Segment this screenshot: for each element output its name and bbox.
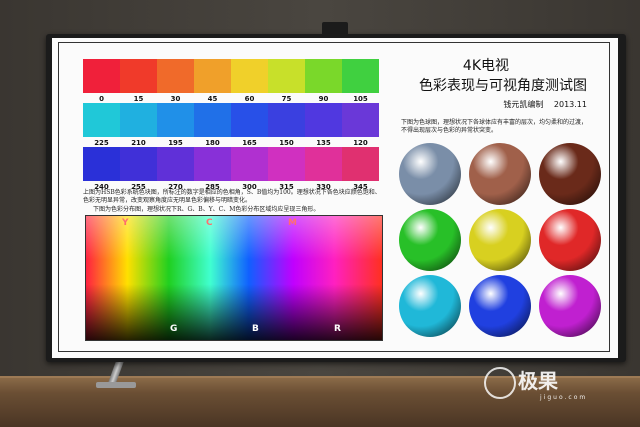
- hue-chip: [231, 59, 268, 93]
- hue-chip: [268, 59, 305, 93]
- hue-chip: [157, 147, 194, 181]
- hue-label: 135: [316, 139, 331, 147]
- hue-labels-1: 0 15 30 45 60 75 90 105: [83, 95, 379, 103]
- gradient-description: 下图为色彩分布图，理想状况下R、G、B、Y、C、M色彩分布区域均应呈现三角形。: [93, 206, 320, 213]
- watermark: 极果 jiguo.com: [484, 365, 588, 401]
- hue-chip: [194, 59, 231, 93]
- hue-row-1: [83, 59, 379, 93]
- color-sphere: [399, 209, 461, 271]
- hue-chip: [194, 147, 231, 181]
- hue-chip: [305, 103, 342, 137]
- label-m: M: [288, 218, 297, 228]
- hue-label: 15: [133, 95, 144, 103]
- hue-chip: [268, 147, 305, 181]
- label-r: R: [334, 324, 341, 334]
- label-c: C: [206, 218, 213, 228]
- watermark-site: jiguo.com: [540, 394, 588, 401]
- hue-chip: [83, 147, 120, 181]
- hue-chip: [305, 59, 342, 93]
- hue-label: 0: [99, 95, 104, 103]
- hue-label: 60: [244, 95, 255, 103]
- color-sphere: [469, 275, 531, 337]
- color-sphere: [469, 209, 531, 271]
- label-y: Y: [122, 218, 129, 228]
- author-name: 钱元凯编制: [503, 100, 544, 109]
- hue-label: 210: [131, 139, 146, 147]
- tv-stand: [96, 360, 136, 390]
- label-b: B: [252, 324, 259, 334]
- color-sphere: [399, 275, 461, 337]
- hue-chip: [305, 147, 342, 181]
- hue-label: 30: [170, 95, 181, 103]
- hue-row-2: [83, 103, 379, 137]
- hue-row-3: [83, 147, 379, 181]
- hue-chip: [120, 59, 157, 93]
- hue-chip: [83, 103, 120, 137]
- chart-date: 2013.11: [553, 100, 587, 109]
- hue-labels-2: 225 210 195 180 165 150 135 120: [83, 139, 379, 147]
- hue-chip: [231, 103, 268, 137]
- hue-label: 165: [242, 139, 257, 147]
- hue-label: 150: [279, 139, 294, 147]
- hue-chip: [342, 59, 379, 93]
- hue-chip: [231, 147, 268, 181]
- hue-chip: [342, 147, 379, 181]
- tv-screen: 0 15 30 45 60 75 90 105 225 210 195 180 165 150 135 12…: [52, 38, 618, 358]
- hue-chip: [157, 59, 194, 93]
- hue-label: 75: [281, 95, 292, 103]
- color-sphere: [399, 143, 461, 205]
- hue-label: 45: [207, 95, 218, 103]
- label-g: G: [170, 324, 178, 334]
- hue-description: 上图为HSB色彩系统色块图，所标注的数字是相应的色相角，S、B值均为100。理想…: [83, 189, 381, 204]
- hue-chip: [120, 103, 157, 137]
- watermark-logo-icon: [484, 367, 516, 399]
- color-sphere: [539, 209, 601, 271]
- hue-label: 120: [353, 139, 368, 147]
- hue-chip: [268, 103, 305, 137]
- color-sphere: [539, 275, 601, 337]
- test-chart-frame: 0 15 30 45 60 75 90 105 225 210 195 180 165 150 135 12…: [58, 42, 610, 352]
- watermark-brand: 极果: [518, 369, 558, 393]
- hue-chip: [342, 103, 379, 137]
- color-sphere: [469, 143, 531, 205]
- hue-label: 180: [205, 139, 220, 147]
- chart-author: 钱元凯编制 2013.11: [503, 99, 587, 110]
- hue-chip: [157, 103, 194, 137]
- hue-chip: [194, 103, 231, 137]
- hue-chip: [120, 147, 157, 181]
- hue-label: 225: [94, 139, 109, 147]
- sphere-description: 下图为色球图，理想状况下各球体应有丰富的层次，均匀柔和的过渡，不得出现层次与色彩…: [401, 119, 588, 134]
- tv-camera: [322, 22, 348, 36]
- hue-chip: [83, 59, 120, 93]
- hue-label: 105: [353, 95, 368, 103]
- hue-label: 90: [318, 95, 329, 103]
- color-distribution-gradient: Y C M G B R: [85, 215, 383, 341]
- chart-title-line1: 4K电视: [462, 58, 509, 74]
- chart-title-line2: 色彩表现与可视角度测试图: [419, 78, 587, 94]
- color-sphere: [539, 143, 601, 205]
- hue-label: 195: [168, 139, 183, 147]
